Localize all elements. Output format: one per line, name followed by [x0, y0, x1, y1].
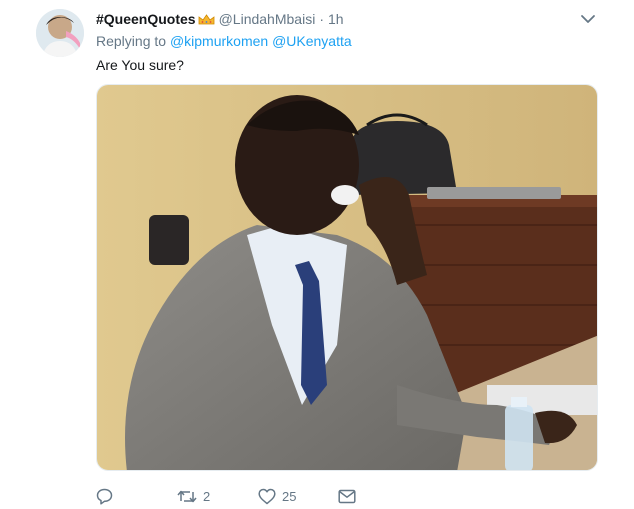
mention-link[interactable]: @UKenyatta — [272, 33, 352, 49]
separator-dot: · — [319, 11, 324, 27]
chevron-down-icon[interactable] — [580, 12, 596, 26]
replying-to: Replying to @kipmurkomen @UKenyatta — [96, 33, 352, 49]
mention-link[interactable]: @kipmurkomen — [170, 33, 268, 49]
retweet-icon — [177, 490, 197, 502]
tweet-text: Are You sure? — [96, 57, 184, 73]
heart-icon — [258, 488, 276, 504]
tweet-actions: 2 25 — [96, 485, 576, 507]
direct-message-button[interactable] — [338, 485, 362, 507]
reply-icon — [96, 488, 113, 505]
tweet-timestamp[interactable]: 1h — [328, 11, 344, 27]
retweet-count: 2 — [203, 488, 211, 504]
user-avatar-icon — [36, 9, 84, 57]
reply-button[interactable] — [96, 485, 119, 507]
replying-label: Replying to — [96, 33, 167, 49]
retweet-button[interactable]: 2 — [177, 485, 210, 507]
avatar[interactable] — [36, 9, 84, 57]
mail-icon — [338, 489, 356, 503]
like-count: 25 — [282, 488, 297, 504]
display-name[interactable]: #QueenQuotes — [96, 11, 196, 27]
crown-icon — [198, 13, 214, 24]
tweet-header: #QueenQuotes @LindahMbaisi · 1h — [96, 10, 344, 28]
like-button[interactable]: 25 — [258, 485, 296, 507]
user-handle[interactable]: @LindahMbaisi — [219, 11, 316, 27]
photo-image — [97, 85, 597, 470]
tweet-photo[interactable] — [96, 84, 598, 471]
